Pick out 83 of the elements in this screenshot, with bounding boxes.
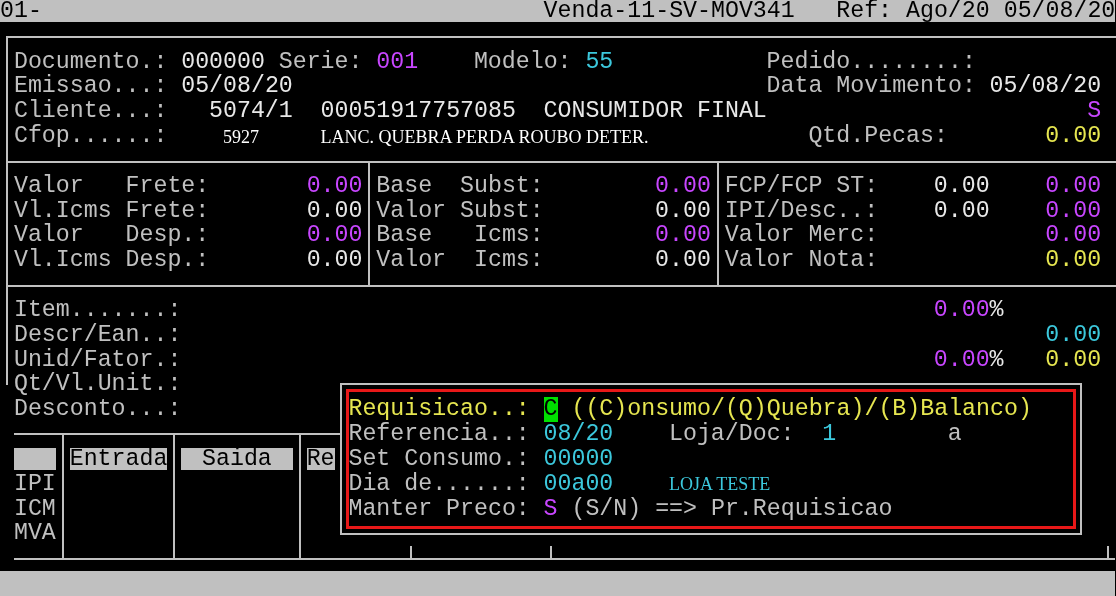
field-value: 08/20 <box>543 422 614 447</box>
field-label: Valor Nota: <box>724 248 879 274</box>
field-label: Loja/Doc: <box>669 422 795 447</box>
field-label: Base Subst: <box>376 173 544 199</box>
blank-header-cell <box>13 448 56 471</box>
row-label: MVA <box>13 521 56 547</box>
description-text: LANC. QUEBRA PERDA ROUBO DETER. <box>320 126 649 147</box>
field-value: 0.00 <box>933 173 990 199</box>
field-label: Data Movimento: <box>766 74 976 100</box>
title-text: Venda-11-SV-MOV341 <box>543 0 795 22</box>
field-label: Valor Frete: <box>13 173 210 199</box>
field-value: 00a00 <box>543 471 614 497</box>
field-label: FCP/FCP ST: <box>724 173 879 199</box>
field-value: 1 <box>822 422 837 447</box>
field-value: S <box>543 496 558 522</box>
field-label: Qtd.Pecas: <box>808 124 948 149</box>
field-value: 0.00 <box>1045 322 1102 348</box>
field-label: Descr/Ean..: <box>13 322 182 348</box>
field-label: Qt/Vl.Unit.: <box>13 372 182 398</box>
field-value: 0.00 <box>1045 248 1102 274</box>
field-value: 0.00 <box>306 223 363 249</box>
field-label: Item.......: <box>13 297 182 323</box>
field-label: Requisicao..: <box>348 397 530 423</box>
field-value: 0.00 <box>1045 347 1102 373</box>
description-text: 5927 <box>223 126 259 147</box>
field-label: Desconto...: <box>13 397 182 423</box>
field-label: Pedido........: <box>766 49 976 75</box>
field-value: % <box>989 347 1004 373</box>
field-value: 05/08/20 <box>181 74 293 100</box>
row-label: IPI <box>13 471 56 497</box>
field-label: Set Consumo.: <box>348 446 530 472</box>
field-label: Referencia..: <box>348 422 530 447</box>
field-label: Vl.Icms Desp.: <box>13 248 210 274</box>
field-value: 0.00 <box>655 223 711 249</box>
field-value: 001 <box>376 49 419 75</box>
field-label: (S/N) ==> Pr.Requisicao <box>571 496 893 522</box>
field-label: Cliente...: <box>13 99 168 125</box>
column-header: Saida <box>181 448 293 471</box>
field-label: Valor Merc: <box>724 223 879 249</box>
field-value: CONSUMIDOR FINAL <box>543 99 767 125</box>
column-header: Re <box>306 448 335 471</box>
row-label: ICM <box>13 496 56 522</box>
description-text: LOJA TESTE <box>669 474 771 495</box>
field-value: 0.00 <box>1045 223 1102 249</box>
field-value: 0.00 <box>655 173 711 199</box>
field-label: Cfop......: <box>13 124 168 149</box>
field-label: Valor Subst: <box>376 198 544 224</box>
field-label: ((C)onsumo/(Q)Quebra)/(B)Balanco) <box>571 397 1032 423</box>
field-label: Manter Preco: <box>348 496 530 522</box>
field-value: 0.00 <box>306 248 363 274</box>
field-value: 0.00 <box>1045 173 1102 199</box>
field-value: 0.00 <box>655 198 711 224</box>
field-value: 0.00 <box>933 347 990 373</box>
field-label: Emissao...: <box>13 74 168 100</box>
field-label: Unid/Fator.: <box>13 347 182 373</box>
field-value: 00000 <box>543 446 614 472</box>
field-value: a <box>947 422 962 447</box>
field-value: 5074/1 <box>209 99 293 125</box>
field-value: 0.00 <box>933 198 990 224</box>
field-value: 0.00 <box>1045 124 1102 149</box>
field-label: Valor Icms: <box>376 248 544 274</box>
column-header: Entrada <box>69 448 168 471</box>
field-label: Serie: <box>278 49 363 75</box>
field-value: % <box>989 297 1004 323</box>
field-value: 0.00 <box>933 297 990 323</box>
field-label: Valor Desp.: <box>13 223 210 249</box>
field-label: Documento.: <box>13 49 168 75</box>
title-text: Ref: Ago/20 05/08/20 <box>836 0 1116 22</box>
field-label: Modelo: <box>473 49 572 75</box>
title-text: 01- <box>0 0 42 22</box>
field-label: IPI/Desc..: <box>724 198 879 224</box>
field-value: 0.00 <box>306 198 363 224</box>
field-value: 000000 <box>181 49 265 75</box>
field-value: 0.00 <box>1045 198 1102 224</box>
field-label: Vl.Icms Frete: <box>13 198 210 224</box>
field-value: 05/08/20 <box>989 74 1102 100</box>
field-value: 55 <box>585 49 614 75</box>
field-label: Dia de......: <box>348 471 530 497</box>
field-label: Base Icms: <box>376 223 544 249</box>
field-value: 0.00 <box>306 173 363 199</box>
field-value: S <box>1087 99 1102 125</box>
field-value: 0.00 <box>655 248 711 274</box>
field-value: 00051917757085 <box>320 99 516 125</box>
